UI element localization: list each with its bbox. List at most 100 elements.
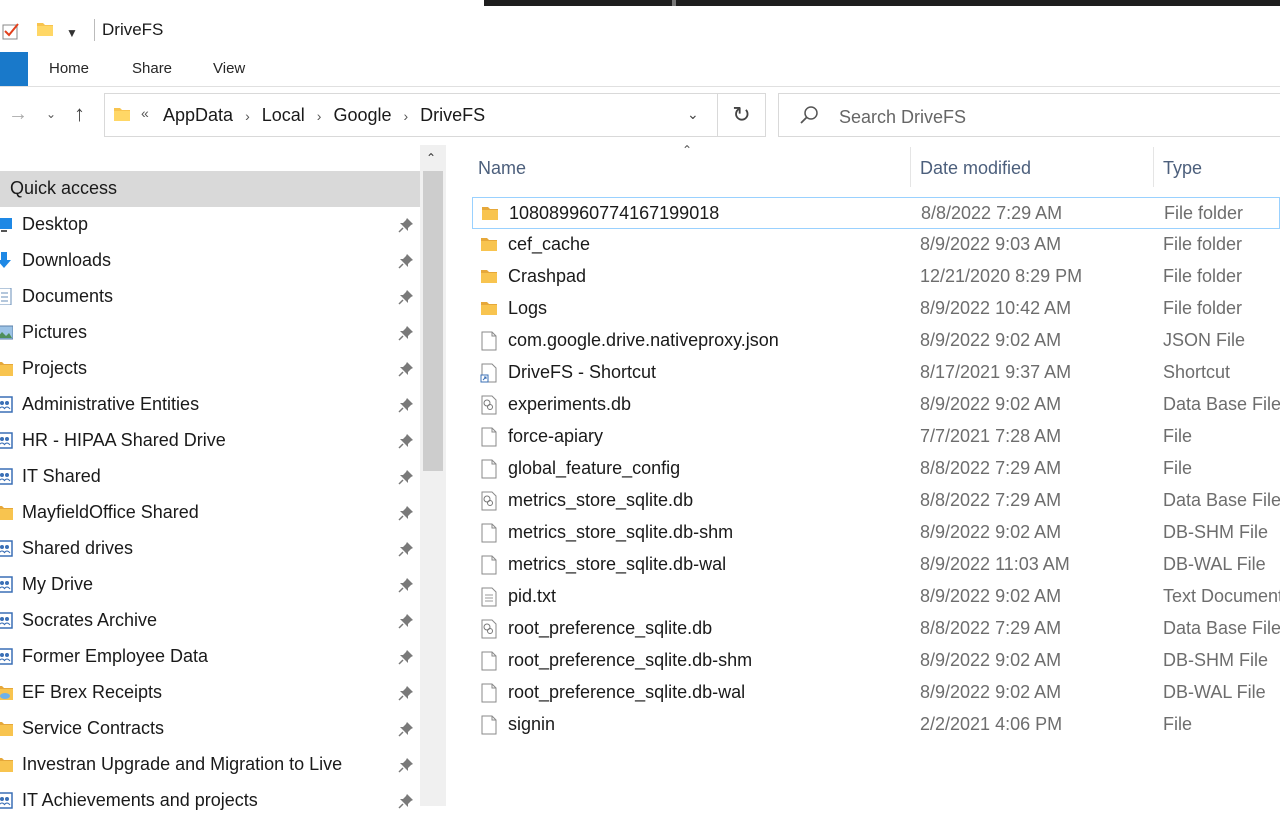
file-row[interactable]: metrics_store_sqlite.db-wal 8/9/2022 11:0… xyxy=(472,549,1280,581)
pin-icon[interactable] xyxy=(398,325,414,341)
customize-toolbar-dropdown-icon[interactable]: ▼ xyxy=(66,26,78,40)
pin-icon[interactable] xyxy=(398,361,414,377)
breadcrumb-local[interactable]: Local xyxy=(260,105,307,126)
pin-icon[interactable] xyxy=(398,469,414,485)
sidebar-item[interactable]: Service Contracts xyxy=(0,711,420,747)
address-bar[interactable]: « AppData › Local › Google › DriveFS ⌄ xyxy=(104,93,718,137)
column-header-date[interactable]: Date modified xyxy=(920,145,1150,195)
sidebar-item[interactable]: Shared drives xyxy=(0,531,420,567)
file-row[interactable]: root_preference_sqlite.db-wal 8/9/2022 9:… xyxy=(472,677,1280,709)
sidebar-item[interactable]: Documents xyxy=(0,279,420,315)
file-row[interactable]: cef_cache 8/9/2022 9:03 AM File folder xyxy=(472,229,1280,261)
column-header-name[interactable]: Name xyxy=(478,145,908,195)
sidebar-item[interactable]: Pictures xyxy=(0,315,420,351)
sidebar-item[interactable]: EF Brex Receipts xyxy=(0,675,420,711)
pin-icon[interactable] xyxy=(398,613,414,629)
window-title: DriveFS xyxy=(102,20,164,39)
shared-folder-icon xyxy=(0,576,13,593)
sidebar-item[interactable]: HR - HIPAA Shared Drive xyxy=(0,423,420,459)
pin-icon[interactable] xyxy=(398,685,414,701)
file-name: cef_cache xyxy=(508,234,591,254)
chevron-right-icon[interactable]: › xyxy=(307,108,332,124)
file-row[interactable]: root_preference_sqlite.db-shm 8/9/2022 9:… xyxy=(472,645,1280,677)
forward-arrow-icon[interactable]: → xyxy=(8,103,28,126)
file-date-modified: 8/9/2022 9:03 AM xyxy=(920,234,1062,254)
shared-folder-icon xyxy=(0,612,13,629)
tab-view[interactable]: View xyxy=(213,60,245,77)
sidebar-item[interactable]: IT Shared xyxy=(0,459,420,495)
sidebar-item[interactable]: MayfieldOffice Shared xyxy=(0,495,420,531)
file-row[interactable]: global_feature_config 8/8/2022 7:29 AM Fil… xyxy=(472,453,1280,485)
pin-icon[interactable] xyxy=(398,757,414,773)
column-separator[interactable] xyxy=(1153,147,1154,187)
sidebar-item-label: HR - HIPAA Shared Drive xyxy=(22,430,226,450)
refresh-icon[interactable]: ↻ xyxy=(718,93,766,137)
nav-scroll-thumb[interactable] xyxy=(423,171,443,471)
nav-scrollbar[interactable]: ⌃ xyxy=(420,145,446,806)
file-row[interactable]: DriveFS - Shortcut 8/17/2021 9:37 AM Short… xyxy=(472,357,1280,389)
address-dropdown-icon[interactable]: ⌄ xyxy=(687,106,699,123)
file-row[interactable]: 10808996077416719901​8 8/8/2022 7:29 AM Fi… xyxy=(472,197,1280,229)
pin-icon[interactable] xyxy=(398,433,414,449)
file-row[interactable]: metrics_store_sqlite.db-shm 8/9/2022 9:02… xyxy=(472,517,1280,549)
tab-home[interactable]: Home xyxy=(49,60,89,77)
chevron-right-icon[interactable]: › xyxy=(393,108,418,124)
file-type: DB-WAL File xyxy=(1163,682,1266,702)
sidebar-item[interactable]: Former Employee Data xyxy=(0,639,420,675)
sidebar-item[interactable]: Socrates Archive xyxy=(0,603,420,639)
pin-icon[interactable] xyxy=(398,289,414,305)
search-box[interactable] xyxy=(778,93,1280,137)
search-icon xyxy=(800,106,818,124)
sidebar-item-label: Former Employee Data xyxy=(22,646,209,666)
file-name: force-apiary xyxy=(508,426,604,446)
column-separator[interactable] xyxy=(910,147,911,187)
up-arrow-icon[interactable]: ↑ xyxy=(74,101,85,127)
file-row[interactable]: metrics_store_sqlite.db 8/8/2022 7:29 AM D… xyxy=(472,485,1280,517)
file-row[interactable]: force-apiary 7/7/2021 7:28 AM File xyxy=(472,421,1280,453)
scroll-up-icon[interactable]: ⌃ xyxy=(426,151,436,165)
chevron-right-icon[interactable]: › xyxy=(235,108,260,124)
pin-icon[interactable] xyxy=(398,217,414,233)
properties-check-icon[interactable] xyxy=(2,22,20,40)
file-row[interactable]: root_preference_sqlite.db 8/8/2022 7:29 A… xyxy=(472,613,1280,645)
file-row[interactable]: pid.txt 8/9/2022 9:02 AM Text Document xyxy=(472,581,1280,613)
file-row[interactable]: Logs 8/9/2022 10:42 AM File folder xyxy=(472,293,1280,325)
sidebar-item[interactable]: Projects xyxy=(0,351,420,387)
nav-quick-access[interactable]: Quick access xyxy=(0,171,420,207)
pin-icon[interactable] xyxy=(398,649,414,665)
breadcrumb-appdata[interactable]: AppData xyxy=(161,105,235,126)
file-date-modified: 8/9/2022 9:02 AM xyxy=(920,522,1062,542)
sidebar-item-label: Projects xyxy=(22,358,88,378)
file-type: DB-WAL File xyxy=(1163,554,1266,574)
pin-icon[interactable] xyxy=(398,505,414,521)
file-row[interactable]: signin 2/2/2021 4:06 PM File xyxy=(472,709,1280,741)
pin-icon[interactable] xyxy=(398,397,414,413)
file-row[interactable]: experiments.db 8/9/2022 9:02 AM Data Base … xyxy=(472,389,1280,421)
file-date-modified: 8/9/2022 9:02 AM xyxy=(920,330,1062,350)
sidebar-item[interactable]: Desktop xyxy=(0,207,420,243)
sidebar-item[interactable]: My Drive xyxy=(0,567,420,603)
sidebar-item[interactable]: IT Achievements and projects xyxy=(0,783,420,819)
recent-locations-chevron-icon[interactable]: ⌄ xyxy=(46,107,56,121)
pin-icon[interactable] xyxy=(398,793,414,809)
file-tab[interactable] xyxy=(0,52,28,86)
sidebar-item[interactable]: Administrative Entities xyxy=(0,387,420,423)
folder-icon xyxy=(480,235,498,255)
pin-icon[interactable] xyxy=(398,253,414,269)
sidebar-item-label: Investran Upgrade and Migration to Live xyxy=(22,754,343,774)
pin-icon[interactable] xyxy=(398,541,414,557)
overflow-chevron-icon[interactable]: « xyxy=(141,105,149,121)
pin-icon[interactable] xyxy=(398,577,414,593)
search-input[interactable] xyxy=(837,104,1261,130)
breadcrumb-google[interactable]: Google xyxy=(331,105,393,126)
ribbon-tabs: Home Share View xyxy=(0,52,1280,87)
file-row[interactable]: Crashpad 12/21/2020 8:29 PM File folder xyxy=(472,261,1280,293)
file-row[interactable]: com.google.drive.nativeproxy.json 8/9/202… xyxy=(472,325,1280,357)
column-header-type[interactable]: Type xyxy=(1163,145,1280,195)
sidebar-item[interactable]: Investran Upgrade and Migration to Live xyxy=(0,747,420,783)
sidebar-item[interactable]: Downloads xyxy=(0,243,420,279)
tab-share[interactable]: Share xyxy=(132,60,172,77)
new-folder-icon[interactable] xyxy=(36,20,54,38)
pin-icon[interactable] xyxy=(398,721,414,737)
breadcrumb-drivefs[interactable]: DriveFS xyxy=(418,105,487,126)
